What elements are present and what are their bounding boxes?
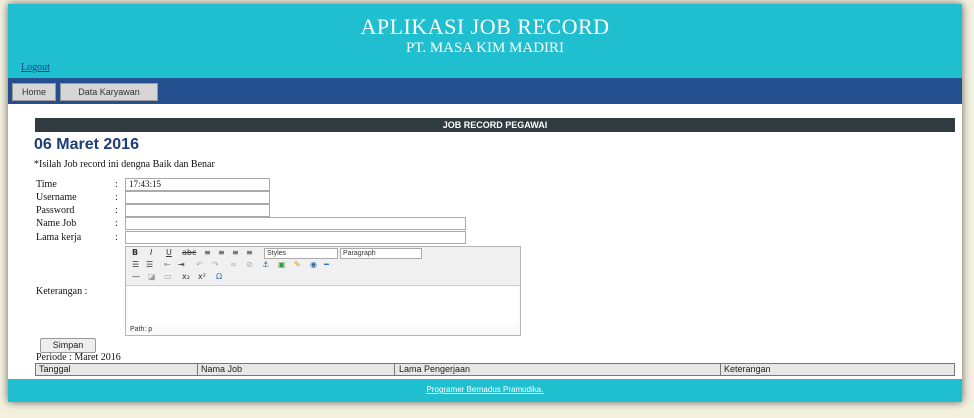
styles-select[interactable]: Styles <box>264 248 338 259</box>
horizontal-rule-icon[interactable]: — <box>132 272 140 282</box>
redo-icon[interactable]: ↷ <box>212 260 219 270</box>
link-icon[interactable]: ∞ <box>230 260 237 270</box>
underline-icon[interactable]: U <box>166 248 172 258</box>
editor-toolbar: B I U abc ≡ ≡ ≡ ≡ Styles Paragraph ☰ ☰ ⇤… <box>126 247 520 286</box>
editor-text-area[interactable] <box>128 287 518 325</box>
app-title: APLIKASI JOB RECORD <box>360 14 610 39</box>
indent-icon[interactable]: ⇥ <box>178 260 185 270</box>
cleanup-icon[interactable]: ✎ <box>294 260 301 270</box>
lama-kerja-field[interactable] <box>125 231 466 244</box>
nav-bar: Home Data Karyawan <box>8 78 962 104</box>
section-title: JOB RECORD PEGAWAI <box>35 118 955 132</box>
header-banner: APLIKASI JOB RECORD PT. MASA KIM MADIRI … <box>8 4 962 78</box>
superscript-icon[interactable]: x² <box>198 272 206 282</box>
instruction-text: *Isilah Job record ini dengna Baik dan B… <box>34 159 215 170</box>
time-field[interactable]: 17:43:15 <box>125 178 270 191</box>
nav-home-button[interactable]: Home <box>12 83 56 101</box>
outdent-icon[interactable]: ⇤ <box>164 260 171 270</box>
strikethrough-icon[interactable]: abc <box>182 248 196 258</box>
html-source-icon[interactable]: ◉ <box>310 260 317 270</box>
numbered-list-icon[interactable]: ☰ <box>146 260 153 270</box>
remove-format-icon[interactable]: ◪ <box>148 272 156 282</box>
undo-icon[interactable]: ↶ <box>196 260 203 270</box>
column-header-lama-pengerjaan: Lama Pengerjaan <box>396 364 721 375</box>
password-field[interactable] <box>125 204 270 217</box>
job-record-table-header: Tanggal Nama Job Lama Pengerjaan Keteran… <box>35 363 955 376</box>
time-colon: : <box>115 179 118 190</box>
logout-link[interactable]: Logout <box>21 62 50 73</box>
password-colon: : <box>115 205 118 216</box>
column-header-tanggal: Tanggal <box>36 364 198 375</box>
align-justify-icon[interactable]: ≡ <box>246 248 253 258</box>
anchor-icon[interactable]: ⚓ <box>262 260 269 270</box>
color-icon[interactable]: ━ <box>324 260 329 270</box>
password-label: Password <box>36 205 75 216</box>
format-select[interactable]: Paragraph <box>340 248 422 259</box>
rich-text-editor: B I U abc ≡ ≡ ≡ ≡ Styles Paragraph ☰ ☰ ⇤… <box>125 246 521 336</box>
visual-aid-icon[interactable]: ▭ <box>164 272 172 282</box>
column-header-keterangan: Keterangan <box>724 364 771 374</box>
bullet-list-icon[interactable]: ☰ <box>132 260 139 270</box>
editor-path: Path: p <box>130 326 153 333</box>
time-label: Time <box>36 179 57 190</box>
company-name: PT. MASA KIM MADIRI <box>405 40 565 56</box>
lama-kerja-colon: : <box>115 232 118 243</box>
period-text: Periode : Maret 2016 <box>36 352 121 363</box>
italic-icon[interactable]: I <box>150 248 152 258</box>
name-job-field[interactable] <box>125 217 466 230</box>
align-right-icon[interactable]: ≡ <box>232 248 239 258</box>
lama-kerja-label: Lama kerja <box>36 232 82 243</box>
align-left-icon[interactable]: ≡ <box>204 248 211 258</box>
nav-data-karyawan-button[interactable]: Data Karyawan <box>60 83 158 101</box>
column-header-nama-job: Nama Job <box>198 364 395 375</box>
date-heading: 06 Maret 2016 <box>34 136 139 153</box>
footer-bar: Programer Bernadus Pramudika. <box>8 379 962 402</box>
special-char-icon[interactable]: Ω <box>216 272 222 282</box>
keterangan-label: Keterangan : <box>36 286 88 297</box>
name-job-colon: : <box>115 218 118 229</box>
subscript-icon[interactable]: x₂ <box>182 272 190 282</box>
save-button[interactable]: Simpan <box>40 338 96 353</box>
username-field[interactable] <box>125 191 270 204</box>
name-job-label: Name Job <box>36 218 77 229</box>
username-label: Username <box>36 192 77 203</box>
app-window: APLIKASI JOB RECORD PT. MASA KIM MADIRI … <box>8 4 962 402</box>
unlink-icon[interactable]: ⊘ <box>246 260 253 270</box>
image-icon[interactable]: ▣ <box>278 260 286 270</box>
username-colon: : <box>115 192 118 203</box>
align-center-icon[interactable]: ≡ <box>218 248 225 258</box>
bold-icon[interactable]: B <box>132 248 138 258</box>
footer-credit-link[interactable]: Programer Bernadus Pramudika. <box>8 385 962 394</box>
